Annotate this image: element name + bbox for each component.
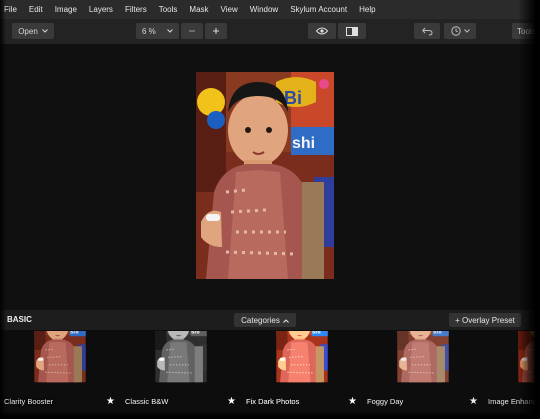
image-canvas[interactable]: [0, 44, 540, 307]
menu-bar: File Edit Image Layers Filters Tools Mas…: [0, 0, 540, 19]
preset-name: Clarity Booster: [4, 397, 54, 406]
overlay-preset-button[interactable]: + Overlay Preset: [449, 313, 521, 327]
open-button[interactable]: Open: [12, 23, 54, 39]
compare-icon: [346, 26, 358, 36]
zoom-in-button[interactable]: [205, 23, 227, 39]
open-label: Open: [18, 26, 38, 36]
plus-icon: [212, 27, 220, 35]
tools-label: Tools: [517, 26, 536, 36]
chevron-down-icon: [463, 29, 470, 33]
overlay-preset-label: + Overlay Preset: [455, 315, 515, 325]
clock-icon: [450, 26, 461, 36]
toolbar: Open 6 % Tools: [0, 19, 540, 44]
star-icon[interactable]: ★: [106, 397, 115, 407]
preset-thumbnail[interactable]: Clarity Booster ★: [1, 331, 119, 408]
categories-button[interactable]: Categories: [234, 313, 296, 327]
menu-help[interactable]: Help: [353, 0, 381, 19]
preset-thumbnail[interactable]: Image Enhancer: [485, 331, 540, 408]
preset-thumbnail[interactable]: Foggy Day ★: [364, 331, 482, 408]
menu-file[interactable]: File: [0, 0, 23, 19]
menu-filters[interactable]: Filters: [119, 0, 153, 19]
zoom-value: 6 %: [142, 26, 156, 36]
preset-name: Foggy Day: [367, 397, 404, 406]
menu-layers[interactable]: Layers: [83, 0, 119, 19]
tools-button[interactable]: Tools: [512, 23, 540, 39]
zoom-select[interactable]: 6 %: [136, 23, 179, 39]
undo-icon: [421, 27, 433, 36]
zoom-out-button[interactable]: [181, 23, 203, 39]
preset-thumbnail[interactable]: Classic B&W ★: [122, 331, 240, 408]
preset-name: Image Enhancer: [488, 397, 540, 406]
minus-icon: [188, 27, 196, 35]
menu-edit[interactable]: Edit: [23, 0, 49, 19]
presets-section-label: BASIC: [7, 315, 32, 324]
star-icon[interactable]: ★: [227, 397, 236, 407]
presets-header: BASIC Categories + Overlay Preset: [0, 310, 540, 330]
menu-image[interactable]: Image: [49, 0, 83, 19]
preview-button[interactable]: [308, 23, 336, 39]
menu-view[interactable]: View: [215, 0, 244, 19]
menu-mask[interactable]: Mask: [183, 0, 214, 19]
presets-strip: Clarity Booster ★ Classic B&W ★ Fix Dark…: [0, 330, 540, 410]
compare-button[interactable]: [338, 23, 366, 39]
preset-thumbnail[interactable]: Fix Dark Photos ★: [243, 331, 361, 408]
window-shadow-bottom: [0, 409, 540, 419]
chevron-down-icon: [41, 29, 48, 33]
chevron-down-icon: [167, 29, 173, 33]
menu-tools[interactable]: Tools: [153, 0, 184, 19]
preset-name: Classic B&W: [125, 397, 169, 406]
menu-window[interactable]: Window: [244, 0, 284, 19]
chevron-up-icon: [282, 316, 289, 325]
history-button[interactable]: [444, 23, 476, 39]
undo-button[interactable]: [414, 23, 440, 39]
star-icon[interactable]: ★: [348, 397, 357, 407]
star-icon[interactable]: ★: [469, 397, 478, 407]
app-window: File Edit Image Layers Filters Tools Mas…: [0, 0, 540, 419]
preset-name: Fix Dark Photos: [246, 397, 300, 406]
categories-label: Categories: [241, 315, 280, 325]
main-photo: [196, 72, 334, 279]
menu-skylum-account[interactable]: Skylum Account: [284, 0, 353, 19]
eye-icon: [316, 27, 328, 35]
